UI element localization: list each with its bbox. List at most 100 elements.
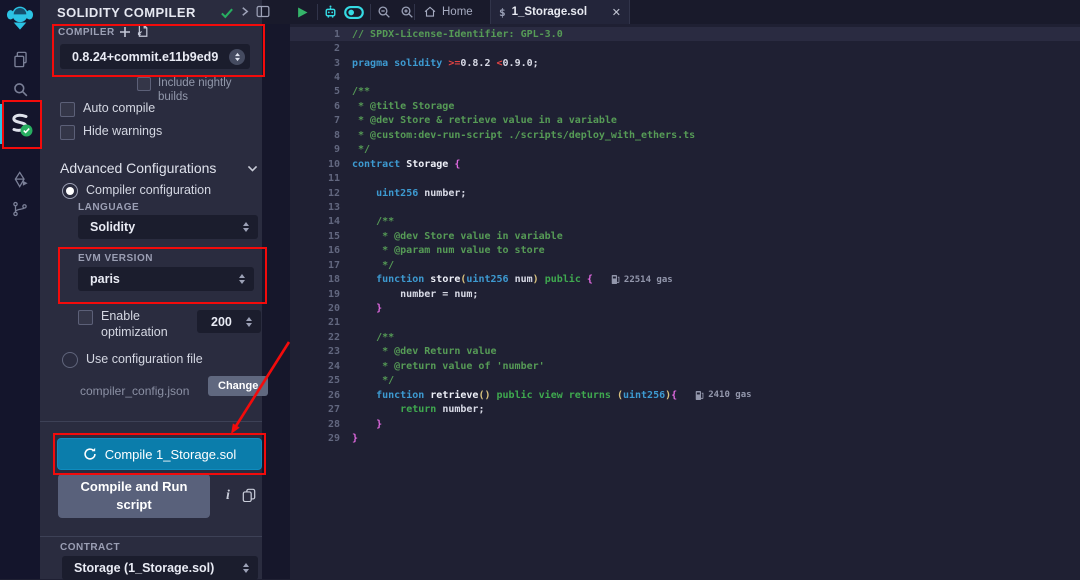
copy-script-icon[interactable] [242, 488, 256, 507]
zoom-in-icon[interactable] [399, 0, 415, 24]
code-line: 5/** [290, 85, 1080, 99]
topbar-separator [370, 4, 371, 20]
line-number: 6 [290, 101, 340, 112]
line-number: 13 [290, 202, 340, 213]
line-number: 27 [290, 404, 340, 415]
chevron-right-icon[interactable] [239, 5, 251, 23]
enable-optimization-row: Enable optimization [78, 309, 188, 340]
line-number: 22 [290, 332, 340, 343]
home-icon [423, 5, 437, 19]
use-configuration-file-row: Use configuration file [62, 352, 203, 368]
icon-sidebar [0, 0, 40, 579]
code-line: 23 * @dev Return value [290, 345, 1080, 359]
line-number: 23 [290, 346, 340, 357]
zoom-out-icon[interactable] [376, 0, 392, 24]
code-line: 26 function retrieve() public view retur… [290, 388, 1080, 402]
panel-divider-bottom [40, 536, 262, 537]
refresh-icon [83, 447, 97, 461]
ai-copilot-toggle[interactable] [344, 0, 364, 24]
file-explorer-icon[interactable] [0, 48, 40, 70]
line-number: 17 [290, 260, 340, 271]
code-line: 20 } [290, 301, 1080, 315]
compile-button-label: Compile 1_Storage.sol [105, 447, 237, 462]
solidity-compiler-icon[interactable] [0, 104, 40, 144]
language-stepper-icon [242, 221, 250, 233]
include-nightly-checkbox[interactable] [137, 77, 151, 91]
compiler-configuration-row: Compiler configuration [62, 183, 211, 199]
line-number: 8 [290, 130, 340, 141]
code-line: 8 * @custom:dev-run-script ./scripts/dep… [290, 128, 1080, 142]
auto-compile-row: Auto compile [60, 101, 155, 117]
search-icon[interactable] [0, 78, 40, 100]
auto-compile-checkbox[interactable] [60, 102, 75, 117]
compiler-section-label: COMPILER [58, 27, 115, 38]
compiler-configuration-radio[interactable] [62, 183, 78, 199]
line-number: 10 [290, 159, 340, 170]
chevron-down-icon[interactable] [246, 162, 259, 180]
remix-ide-window: SOLIDITY COMPILER COMPILER 0.8.24+commit… [0, 0, 1080, 579]
ai-assistant-robot-icon[interactable] [322, 0, 339, 24]
code-line: 27 return number; [290, 402, 1080, 416]
editor-left-strip [262, 24, 290, 579]
home-tab[interactable]: Home [423, 0, 473, 24]
close-tab-icon[interactable]: ✕ [612, 6, 621, 19]
line-number: 26 [290, 390, 340, 401]
hide-warnings-checkbox[interactable] [60, 125, 75, 140]
panel-title: SOLIDITY COMPILER [57, 5, 196, 20]
contract-select[interactable]: Storage (1_Storage.sol) [62, 556, 258, 580]
compile-button[interactable]: Compile 1_Storage.sol [57, 438, 262, 470]
topbar-separator [317, 4, 318, 20]
code-line: 21 [290, 316, 1080, 330]
info-icon[interactable]: i [226, 488, 230, 504]
line-number: 19 [290, 289, 340, 300]
advanced-configurations-header[interactable]: Advanced Configurations [60, 160, 216, 176]
remix-logo-icon[interactable] [0, 3, 40, 31]
line-number: 4 [290, 72, 340, 83]
contract-section-label: CONTRACT [60, 542, 120, 553]
run-script-play-button[interactable] [295, 0, 310, 24]
contract-stepper-icon [242, 562, 250, 574]
compiler-version-select[interactable]: 0.8.24+commit.e11b9ed9 [60, 44, 250, 69]
editor-topbar: Home $ 1_Storage.sol ✕ [262, 0, 1080, 24]
git-icon[interactable] [0, 198, 40, 220]
line-number: 1 [290, 29, 340, 40]
code-editor[interactable]: 1// SPDX-License-Identifier: GPL-3.023pr… [262, 24, 1080, 579]
line-number: 20 [290, 303, 340, 314]
config-file-name: compiler_config.json [80, 384, 189, 398]
compile-and-run-button[interactable]: Compile and Run script [58, 474, 210, 518]
line-number: 3 [290, 58, 340, 69]
contract-value: Storage (1_Storage.sol) [62, 561, 242, 575]
pin-panel-icon[interactable] [256, 5, 270, 23]
gas-estimate-badge: 22514 gas [611, 274, 673, 285]
code-line: 25 */ [290, 374, 1080, 388]
code-line: 24 * @return value of 'number' [290, 359, 1080, 373]
file-tab-storage-sol[interactable]: $ 1_Storage.sol ✕ [490, 0, 630, 24]
use-configuration-file-label: Use configuration file [86, 352, 203, 368]
evm-version-value: paris [78, 272, 238, 286]
line-number: 24 [290, 361, 340, 372]
line-number: 21 [290, 317, 340, 328]
use-configuration-file-radio[interactable] [62, 352, 78, 368]
optimization-runs-stepper[interactable]: 200 [197, 310, 261, 333]
code-line: 3pragma solidity >=0.8.2 <0.9.0; [290, 56, 1080, 70]
evm-version-select[interactable]: paris [78, 267, 254, 291]
line-number: 29 [290, 433, 340, 444]
code-line: 15 * @dev Store value in variable [290, 229, 1080, 243]
gas-estimate-badge: 2410 gas [695, 390, 751, 401]
code-line: 2 [290, 41, 1080, 55]
code-line: 28 } [290, 417, 1080, 431]
change-config-button[interactable]: Change [208, 376, 268, 396]
line-number: 25 [290, 375, 340, 386]
code-line: 22 /** [290, 330, 1080, 344]
optimization-runs-value: 200 [197, 315, 245, 329]
code-line: 1// SPDX-License-Identifier: GPL-3.0 [290, 27, 1080, 41]
line-number: 16 [290, 245, 340, 256]
enable-optimization-checkbox[interactable] [78, 310, 93, 325]
add-custom-compiler-icon[interactable] [119, 25, 131, 43]
code-line: 19 number = num; [290, 287, 1080, 301]
deploy-run-icon[interactable] [0, 168, 40, 190]
compile-success-check-icon [220, 6, 234, 24]
auto-compile-label: Auto compile [83, 101, 155, 117]
language-select[interactable]: Solidity [78, 215, 258, 239]
open-compiler-file-icon[interactable] [135, 24, 149, 43]
